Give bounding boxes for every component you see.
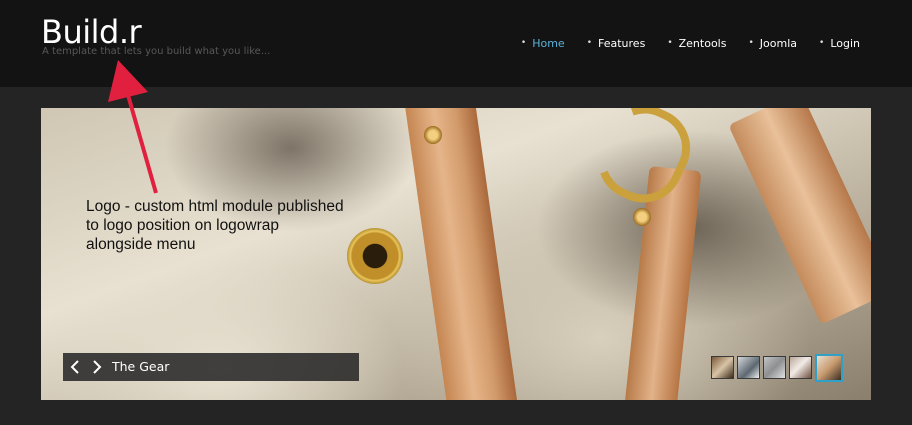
leather-strap-image [728,108,871,325]
brass-grommet-image [347,228,403,284]
slide-thumbnail[interactable] [711,356,734,379]
slider-thumbnails [711,354,843,382]
rivet-image [424,126,442,144]
slide-thumbnail[interactable] [737,356,760,379]
slider-prev-button[interactable] [64,353,85,381]
nav-item-label: Zentools [678,36,727,50]
slide-caption: The Gear [112,359,170,374]
nav-item-label: Login [830,36,860,50]
slider-next-button[interactable] [86,353,107,381]
chevron-left-icon [70,360,79,374]
logo-tagline: A template that lets you build what you … [42,46,271,57]
annotation-text: Logo - custom html module published to l… [86,198,344,253]
slide-caption-bar: The Gear [63,353,359,381]
rivet-image [633,208,651,226]
bullet-icon: • [667,38,673,48]
nav-item-label: Home [532,36,565,50]
bullet-icon: • [586,38,592,48]
nav-item-label: Joomla [759,36,797,50]
bullet-icon: • [520,38,527,48]
nav-item-home[interactable]: • Home [521,37,565,50]
nav-item-features[interactable]: • Features [587,37,646,50]
site-header: Build.r A template that lets you build w… [0,0,912,87]
bullet-icon: • [819,38,825,48]
nav-item-label: Features [598,36,646,50]
slide-thumbnail-active[interactable] [815,354,843,382]
nav-item-login[interactable]: • Login [819,37,860,50]
main-menu: • Home • Features • Zentools • Joomla • … [521,34,860,52]
nav-item-zentools[interactable]: • Zentools [667,37,726,50]
leather-strap-image [403,108,519,400]
chevron-right-icon [92,360,101,374]
slide-thumbnail[interactable] [789,356,812,379]
bullet-icon: • [748,38,754,48]
nav-item-joomla[interactable]: • Joomla [748,37,797,50]
slide-thumbnail[interactable] [763,356,786,379]
